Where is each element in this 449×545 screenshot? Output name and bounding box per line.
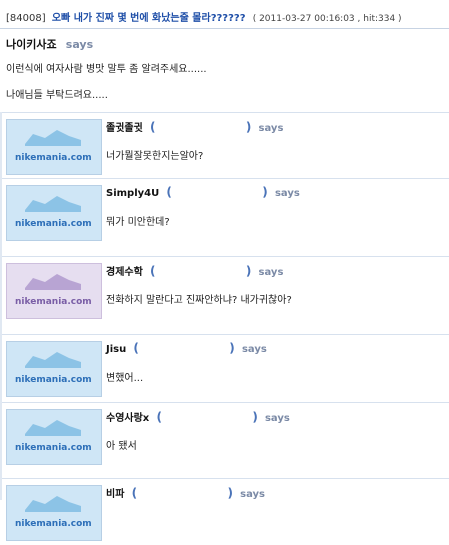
avatar-logo: nikemania.com [15, 443, 92, 453]
redacted-name [158, 122, 239, 134]
comment-says: says [264, 413, 290, 424]
open-paren: ( [150, 264, 156, 278]
avatar: nikemania.com [6, 485, 102, 541]
shoe-icon [25, 274, 81, 290]
comment-item: nikemania.com Simply4U ( ) says 뭐가 미안한데? [2, 178, 449, 245]
comment-author[interactable]: 비파 [106, 489, 124, 500]
post-meta: ( 2011-03-27 00:16:03 , hit:334 ) [252, 14, 402, 24]
post-body-line-2: 나애님들 부탁드려요..... [6, 90, 108, 101]
shoe-icon [25, 196, 81, 212]
close-paren: ) [229, 341, 235, 355]
shoe-icon [25, 496, 81, 512]
comment-author[interactable]: 졸귓졸귓 [106, 123, 143, 134]
close-paren: ) [227, 486, 233, 500]
open-paren: ( [150, 120, 156, 134]
close-paren: ) [245, 120, 252, 134]
avatar: nikemania.com [6, 119, 102, 175]
comment-item: nikemania.com 졸귓졸귓 ( ) says 너가뭘잘못한지는알아? [2, 112, 449, 179]
comment-author[interactable]: 경제수학 [106, 267, 143, 278]
comment-text: 뭐가 미안한데? [106, 217, 170, 228]
avatar-logo: nikemania.com [15, 297, 92, 307]
post-title[interactable]: 오빠 내가 진짜 몇 번에 화났는줄 몰라?????? [52, 13, 246, 24]
comment-item: nikemania.com 수영사랑x ( ) says 아 됐서 [2, 402, 449, 469]
avatar-logo: nikemania.com [15, 519, 92, 529]
comment-item: nikemania.com Jisu ( ) says 변했어... [2, 334, 449, 401]
avatar: nikemania.com [6, 409, 102, 465]
open-paren: ( [156, 410, 162, 424]
comment-text: 변했어... [106, 373, 144, 384]
close-paren: ) [245, 264, 252, 278]
comment-text: 너가뭘잘못한지는알아? [106, 151, 204, 162]
comment-item: nikemania.com 비파 ( ) says [2, 478, 449, 545]
comment-author[interactable]: Simply4U [106, 188, 159, 199]
comment-item: nikemania.com 경제수학 ( ) says 전화하지 말란다고 진짜… [2, 256, 449, 323]
shoe-icon [25, 352, 81, 368]
post-author[interactable]: 나이키사죠 [6, 38, 57, 51]
redacted-name [165, 412, 246, 424]
open-paren: ( [166, 185, 172, 199]
avatar: nikemania.com [6, 263, 102, 319]
redacted-name [142, 343, 223, 355]
post-id: [84008] [6, 13, 46, 24]
avatar: nikemania.com [6, 185, 102, 241]
post-title-bar: [84008] 오빠 내가 진짜 몇 번에 화났는줄 몰라?????? ( 20… [0, 0, 449, 29]
avatar: nikemania.com [6, 341, 102, 397]
shoe-icon [25, 420, 81, 436]
close-paren: ) [262, 185, 268, 199]
close-paren: ) [252, 410, 258, 424]
comment-text: 전화하지 말란다고 진짜안하냐? 내가귀찮아? [106, 295, 292, 306]
comment-author[interactable]: Jisu [106, 344, 126, 355]
post-says: says [65, 38, 94, 51]
comment-text: 아 됐서 [106, 441, 137, 452]
redacted-name [175, 187, 256, 199]
avatar-logo: nikemania.com [15, 153, 92, 163]
avatar-logo: nikemania.com [15, 375, 92, 385]
comment-says: says [240, 489, 265, 500]
comment-says: says [258, 267, 284, 278]
post-body-line-1: 이런식에 여자사람 병맛 말투 좀 알려주세요...... [6, 64, 207, 75]
open-paren: ( [133, 341, 139, 355]
post-author-header: 나이키사죠 says [6, 36, 93, 52]
comment-says: says [241, 344, 267, 355]
comment-says: says [258, 123, 284, 134]
comment-author[interactable]: 수영사랑x [106, 413, 149, 424]
open-paren: ( [131, 486, 138, 500]
redacted-name [140, 488, 221, 500]
comment-says: says [274, 188, 300, 199]
redacted-name [158, 266, 239, 278]
avatar-logo: nikemania.com [15, 219, 92, 229]
shoe-icon [25, 130, 81, 146]
